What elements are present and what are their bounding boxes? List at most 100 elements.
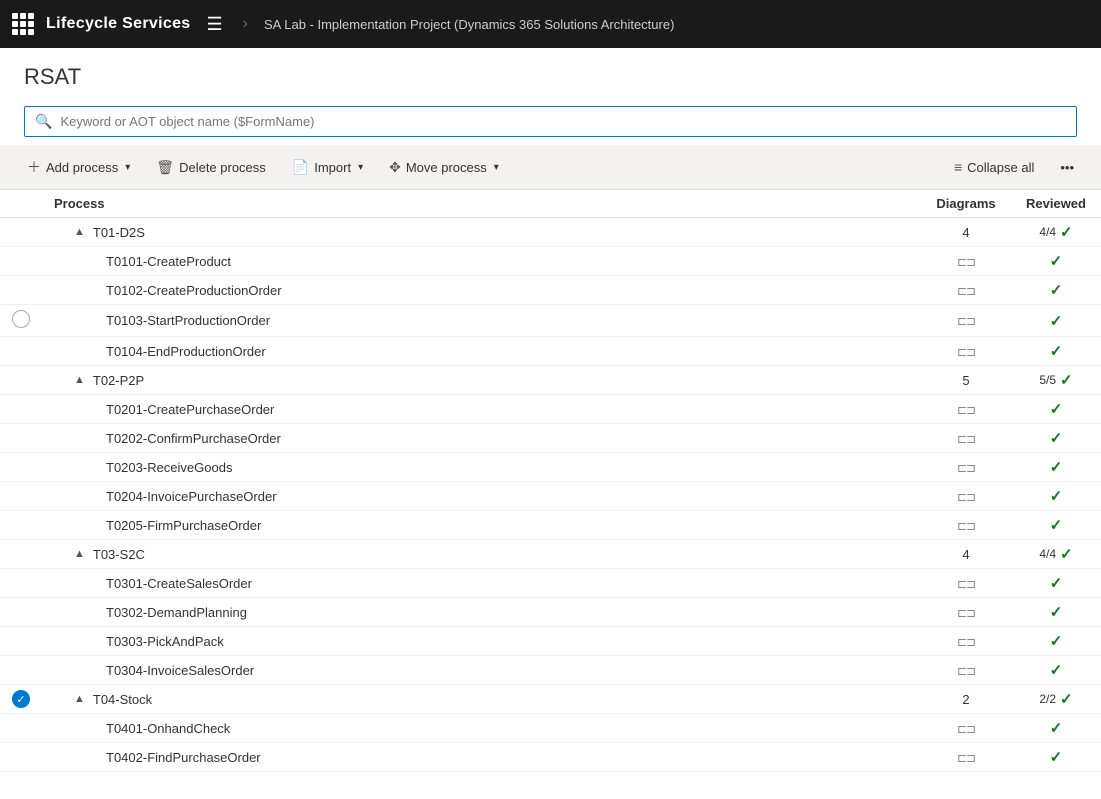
- process-name-cell: T0302-DemandPlanning: [42, 598, 921, 627]
- import-button[interactable]: 📄 Import ▾: [281, 153, 374, 182]
- diagram-icon[interactable]: ⊏⊐: [957, 284, 975, 298]
- diagrams-cell: ⊏⊐: [921, 453, 1011, 482]
- reviewed-cell: ✓: [1011, 569, 1101, 598]
- row-selector[interactable]: [0, 337, 42, 366]
- diagram-icon[interactable]: ⊏⊐: [957, 722, 975, 736]
- breadcrumb-separator: ›: [243, 15, 248, 33]
- diagram-icon[interactable]: ⊏⊐: [957, 751, 975, 765]
- check-icon: ✓: [1050, 343, 1063, 360]
- row-selector[interactable]: [0, 305, 42, 337]
- table-row[interactable]: T0101-CreateProduct⊏⊐✓: [0, 247, 1101, 276]
- hamburger-icon[interactable]: ☰: [203, 10, 227, 39]
- group-toggle[interactable]: ▲: [74, 374, 85, 386]
- diagram-icon[interactable]: ⊏⊐: [957, 314, 975, 328]
- select-circle-checked[interactable]: ✓: [12, 690, 30, 708]
- grid-menu-icon[interactable]: [12, 13, 34, 35]
- reviewed-cell: ✓: [1011, 714, 1101, 743]
- top-nav: Lifecycle Services ☰ › SA Lab - Implemen…: [0, 0, 1101, 48]
- row-selector[interactable]: [0, 395, 42, 424]
- table-row[interactable]: T0301-CreateSalesOrder⊏⊐✓: [0, 569, 1101, 598]
- table-row[interactable]: T0204-InvoicePurchaseOrder⊏⊐✓: [0, 482, 1101, 511]
- add-process-button[interactable]: ＋ Add process ▾: [16, 151, 141, 183]
- row-selector[interactable]: [0, 247, 42, 276]
- process-table-wrapper: Process Diagrams Reviewed ▲T01-D2S44/4 ✓…: [0, 190, 1101, 772]
- row-selector[interactable]: [0, 424, 42, 453]
- row-selector[interactable]: [0, 656, 42, 685]
- diagram-icon[interactable]: ⊏⊐: [957, 577, 975, 591]
- diagrams-cell: ⊏⊐: [921, 395, 1011, 424]
- group-toggle[interactable]: ▲: [74, 693, 85, 705]
- table-row[interactable]: T0202-ConfirmPurchaseOrder⊏⊐✓: [0, 424, 1101, 453]
- table-row[interactable]: T0103-StartProductionOrder⊏⊐✓: [0, 305, 1101, 337]
- check-icon: ✓: [1050, 517, 1063, 534]
- table-row[interactable]: ▲T02-P2P55/5 ✓: [0, 366, 1101, 395]
- delete-process-button[interactable]: 🗑 Delete process: [145, 153, 277, 182]
- move-icon: ✥: [389, 159, 401, 176]
- row-selector[interactable]: [0, 569, 42, 598]
- table-row[interactable]: T0104-EndProductionOrder⊏⊐✓: [0, 337, 1101, 366]
- row-selector[interactable]: [0, 627, 42, 656]
- table-row[interactable]: T0302-DemandPlanning ⊏⊐ ✓: [0, 598, 1101, 627]
- row-selector[interactable]: [0, 366, 42, 395]
- col-diagrams-header: Diagrams: [921, 190, 1011, 218]
- table-row[interactable]: T0201-CreatePurchaseOrder⊏⊐✓: [0, 395, 1101, 424]
- reviewed-cell: ✓: [1011, 453, 1101, 482]
- diagrams-cell: 2: [921, 685, 1011, 714]
- check-icon: ✓: [1050, 633, 1063, 650]
- check-icon: ✓: [1050, 604, 1063, 621]
- select-circle[interactable]: [12, 310, 30, 328]
- diagrams-cell: 4: [921, 218, 1011, 247]
- diagram-icon[interactable]: ⊏⊐: [957, 461, 975, 475]
- add-process-caret: ▾: [125, 162, 130, 173]
- table-row[interactable]: T0304-InvoiceSalesOrder⊏⊐✓: [0, 656, 1101, 685]
- search-bar-wrapper: 🔍: [0, 98, 1101, 145]
- table-row[interactable]: ▲ T01-D2S 4 4/4 ✓: [0, 218, 1101, 247]
- row-selector[interactable]: [0, 276, 42, 305]
- table-row[interactable]: T0205-FirmPurchaseOrder⊏⊐✓: [0, 511, 1101, 540]
- table-row[interactable]: ✓ ▲T04-Stock2 2/2 ✓: [0, 685, 1101, 714]
- process-name: T0101-CreateProduct: [106, 254, 231, 269]
- collapse-all-button[interactable]: ≡ Collapse all: [943, 153, 1045, 181]
- process-name: T0402-FindPurchaseOrder: [106, 750, 261, 765]
- row-selector[interactable]: [0, 511, 42, 540]
- row-selector[interactable]: ✓: [0, 685, 42, 714]
- move-process-button[interactable]: ✥ Move process ▾: [378, 153, 510, 182]
- row-selector[interactable]: [0, 714, 42, 743]
- group-toggle[interactable]: ▲: [74, 548, 85, 560]
- diagram-icon[interactable]: ⊏⊐: [957, 519, 975, 533]
- table-row[interactable]: ▲T03-S2C44/4 ✓: [0, 540, 1101, 569]
- group-toggle[interactable]: ▲: [74, 226, 85, 238]
- diagrams-cell: 5: [921, 366, 1011, 395]
- diagram-icon[interactable]: ⊏⊐: [957, 345, 975, 359]
- more-options-button[interactable]: •••: [1049, 154, 1085, 181]
- reviewed-badge: 2/2 ✓: [1039, 690, 1072, 708]
- diagram-icon[interactable]: ⊏⊐: [957, 403, 975, 417]
- reviewed-cell: ✓: [1011, 743, 1101, 772]
- reviewed-badge: 4/4 ✓: [1039, 223, 1072, 241]
- row-selector[interactable]: [0, 743, 42, 772]
- delete-icon: 🗑: [156, 159, 174, 176]
- table-row[interactable]: T0401-OnhandCheck⊏⊐✓: [0, 714, 1101, 743]
- diagram-icon[interactable]: ⊏⊐: [957, 664, 975, 678]
- row-selector[interactable]: [0, 453, 42, 482]
- table-row[interactable]: T0303-PickAndPack⊏⊐✓: [0, 627, 1101, 656]
- process-name-cell: ▲T03-S2C: [42, 540, 921, 569]
- search-input[interactable]: [60, 114, 1066, 129]
- row-selector[interactable]: [0, 218, 42, 247]
- row-selector[interactable]: [0, 540, 42, 569]
- table-row[interactable]: T0203-ReceiveGoods⊏⊐✓: [0, 453, 1101, 482]
- table-row[interactable]: T0102-CreateProductionOrder⊏⊐✓: [0, 276, 1101, 305]
- diagram-icon[interactable]: ⊏⊐: [957, 635, 975, 649]
- reviewed-cell: 2/2 ✓: [1011, 685, 1101, 714]
- check-icon: ✓: [1060, 690, 1073, 708]
- row-selector[interactable]: [0, 482, 42, 511]
- diagrams-cell: ⊏⊐: [921, 627, 1011, 656]
- process-name-cell: ▲T04-Stock: [42, 685, 921, 714]
- process-name: T01-D2S: [93, 225, 145, 240]
- diagram-icon[interactable]: ⊏⊐: [957, 490, 975, 504]
- diagram-icon[interactable]: ⊏⊐: [957, 606, 975, 620]
- row-selector[interactable]: [0, 598, 42, 627]
- diagram-icon[interactable]: ⊏⊐: [957, 432, 975, 446]
- table-row[interactable]: T0402-FindPurchaseOrder ⊏⊐ ✓: [0, 743, 1101, 772]
- diagram-icon[interactable]: ⊏⊐: [957, 255, 975, 269]
